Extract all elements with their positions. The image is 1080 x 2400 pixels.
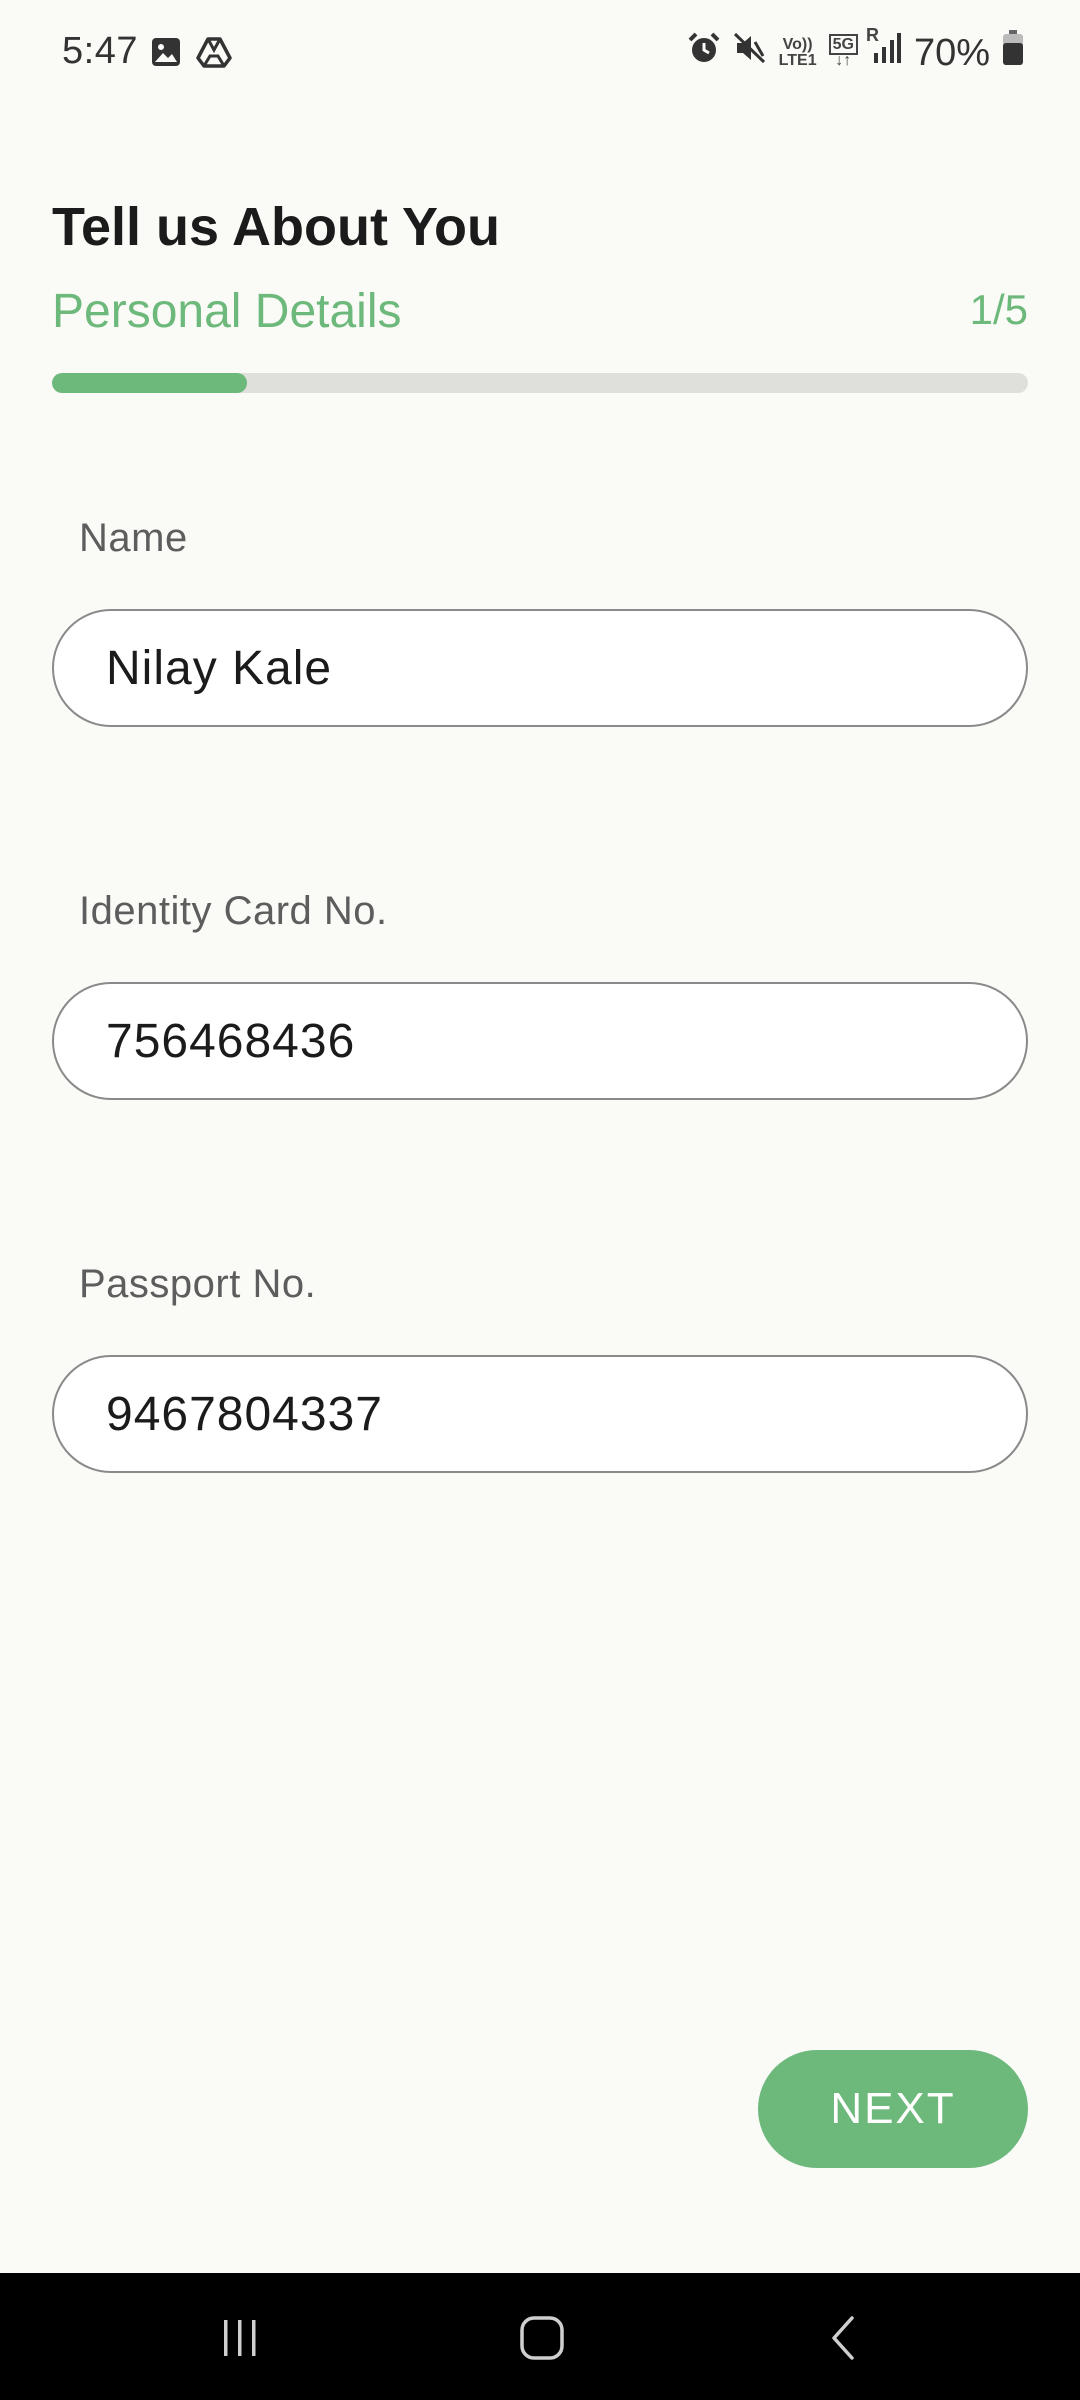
navigation-bar <box>0 2273 1080 2400</box>
name-label: Name <box>79 516 188 560</box>
home-button[interactable] <box>502 2303 582 2373</box>
page-title: Tell us About You <box>52 197 500 257</box>
gallery-icon <box>150 36 182 73</box>
roaming-label: R <box>865 25 879 45</box>
passport-label: Passport No. <box>79 1262 317 1306</box>
volte-icon: Vo)) LTE1 <box>779 37 817 69</box>
identity-card-input[interactable] <box>52 982 1028 1100</box>
mute-icon <box>733 31 767 75</box>
volte-bottom-label: LTE1 <box>778 52 817 69</box>
status-right-icons: Vo)) LTE1 5G ↓↑ R 70% <box>687 25 1024 76</box>
battery-icon <box>1002 30 1024 76</box>
recent-apps-button[interactable] <box>200 2303 280 2373</box>
screen: 5:47 Vo)) LTE1 5G ↓↑ R 70% Tell us About… <box>0 0 1080 2400</box>
back-icon <box>832 2316 854 2360</box>
status-left-icons <box>150 36 232 73</box>
step-counter: 1/5 <box>969 286 1028 333</box>
next-button[interactable]: NEXT <box>758 2050 1028 2168</box>
volte-top-label: Vo)) <box>782 36 813 53</box>
progress-fill <box>52 373 248 393</box>
back-button[interactable] <box>804 2303 884 2373</box>
signal-icon: R <box>866 25 902 75</box>
drive-icon <box>196 36 232 73</box>
status-bar: 5:47 Vo)) LTE1 5G ↓↑ R 70% <box>0 0 1080 110</box>
data-arrows-icon: ↓↑ <box>835 52 852 69</box>
home-icon <box>520 2316 564 2360</box>
alarm-icon <box>687 31 721 75</box>
step-label: Personal Details <box>52 285 402 338</box>
status-time: 5:47 <box>62 30 138 72</box>
identity-card-label: Identity Card No. <box>79 889 388 933</box>
battery-percentage: 70% <box>913 31 990 74</box>
progress-bar <box>52 373 1028 393</box>
name-input[interactable] <box>52 609 1028 727</box>
recent-apps-icon <box>224 2320 256 2356</box>
5g-icon: 5G ↓↑ <box>828 34 858 69</box>
passport-input[interactable] <box>52 1355 1028 1473</box>
